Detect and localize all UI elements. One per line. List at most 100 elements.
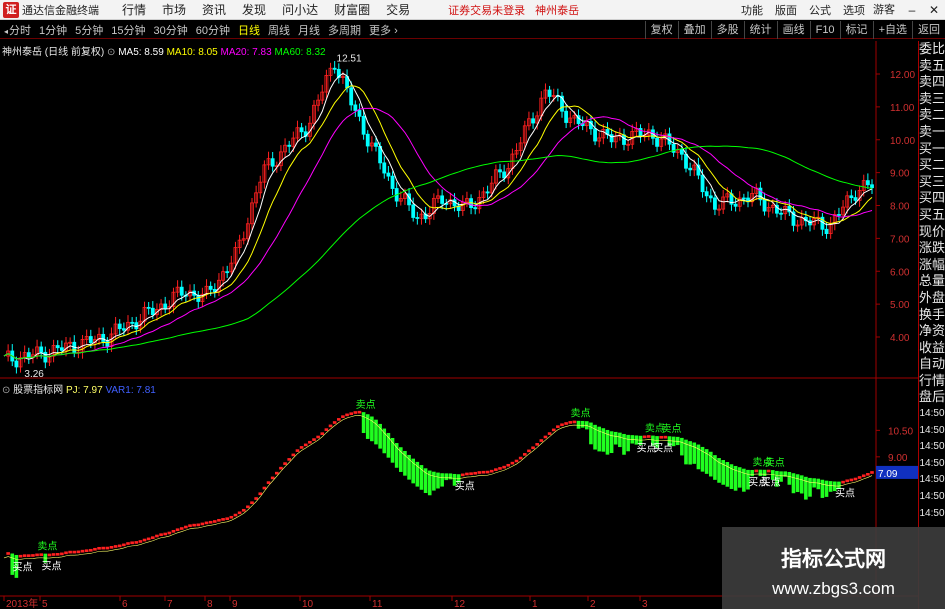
minimize-icon[interactable]: – [901, 0, 923, 20]
indicator-bar [580, 420, 585, 428]
period-1min[interactable]: 1分钟 [35, 22, 71, 38]
side-panel-item[interactable]: 14:50 [919, 506, 945, 523]
indicator-bar [535, 443, 539, 446]
indicator-bar [225, 517, 229, 521]
side-panel-item[interactable]: 买三 [919, 174, 945, 191]
indicator-bar [609, 431, 614, 454]
side-panel-item[interactable]: 盘后 [919, 389, 945, 406]
candle-body [26, 352, 31, 358]
menu-item-news[interactable]: 资讯 [194, 1, 234, 18]
overlay-button[interactable]: 叠加 [677, 21, 711, 39]
indicator-bar [680, 437, 684, 456]
indicator-bar [266, 481, 271, 484]
side-panel-item[interactable]: 委比 [919, 41, 945, 58]
add-watchlist-button[interactable]: +自选 [872, 21, 912, 39]
multi-stock-button[interactable]: 多股 [710, 21, 744, 39]
side-panel-item[interactable]: 卖一 [919, 124, 945, 141]
candle-body [679, 149, 684, 155]
ma5-line [3, 72, 873, 360]
watermark-url: www.zbgs3.com [772, 579, 895, 598]
guest-login-button[interactable]: 游客 [867, 0, 901, 20]
indicator-bar [502, 465, 506, 469]
menu-options[interactable]: 选项 [837, 2, 871, 18]
side-panel-item[interactable]: 14:50 [919, 423, 945, 440]
side-panel-item[interactable]: 卖二 [919, 107, 945, 124]
indicator-bar [353, 411, 358, 414]
indicator-bar [337, 418, 341, 421]
side-panel-item[interactable]: 14:50 [919, 439, 945, 456]
side-panel-item[interactable]: 净资 [919, 323, 945, 340]
indicator-bar [213, 520, 217, 523]
period-daily[interactable]: 日线 [234, 22, 264, 38]
back-button[interactable]: 返回 [912, 21, 945, 39]
draw-line-button[interactable]: 画线 [776, 21, 810, 39]
candle-body [14, 360, 19, 368]
side-panel-item[interactable]: 14:50 [919, 456, 945, 473]
indicator-bar [324, 428, 329, 431]
indicator-bar [27, 554, 31, 557]
menu-item-trade[interactable]: 交易 [378, 1, 418, 18]
indicator-bar [237, 511, 242, 515]
period-60min[interactable]: 60分钟 [192, 22, 234, 38]
price-tick-label: 7.00 [890, 234, 910, 245]
period-30min[interactable]: 30分钟 [150, 22, 192, 38]
menu-layout[interactable]: 版面 [769, 2, 803, 18]
price-tick-label: 5.00 [890, 300, 910, 311]
menu-function[interactable]: 功能 [735, 2, 769, 18]
candle-body [101, 333, 106, 342]
date-tick-label: 10 [302, 599, 314, 609]
side-panel-item[interactable]: 总量 [919, 273, 945, 290]
candle-body [849, 195, 854, 199]
period-5min[interactable]: 5分钟 [71, 22, 107, 38]
indicator-bar [866, 473, 870, 476]
menu-formula[interactable]: 公式 [803, 2, 837, 18]
close-icon[interactable]: ✕ [923, 0, 945, 20]
side-panel-item[interactable]: 外盘 [919, 290, 945, 307]
ind-tick-label: 9.00 [888, 453, 908, 464]
period-weekly[interactable]: 周线 [264, 22, 294, 38]
menu-item-quote[interactable]: 行情 [114, 1, 154, 18]
side-panel-item[interactable]: 14:50 [919, 406, 945, 423]
indicator-bar [18, 554, 23, 558]
side-panel-item[interactable]: 卖四 [919, 74, 945, 91]
side-panel-item[interactable]: 收益 [919, 340, 945, 357]
menu-item-wealth[interactable]: 财富圈 [326, 1, 378, 18]
indicator-bar [279, 466, 283, 470]
side-panel-item[interactable]: 卖三 [919, 91, 945, 108]
indicator-bar [465, 472, 469, 476]
side-panel-item[interactable]: 现价 [919, 224, 945, 241]
side-panel-item[interactable]: 自动 [919, 356, 945, 373]
side-panel-item[interactable]: 买二 [919, 157, 945, 174]
f10-button[interactable]: F10 [809, 21, 840, 39]
side-panel-item[interactable]: 买四 [919, 190, 945, 207]
period-tick[interactable]: ◂分时 [0, 22, 35, 38]
side-panel-item[interactable]: 14:50 [919, 489, 945, 506]
mark-button[interactable]: 标记 [839, 21, 873, 39]
period-monthly[interactable]: 月线 [294, 22, 324, 38]
side-panel-item[interactable]: 行情 [919, 373, 945, 390]
indicator-bar [461, 473, 465, 477]
menu-item-discover[interactable]: 发现 [234, 1, 274, 18]
candle-body [382, 162, 387, 174]
ind-tick-label: 10.50 [888, 426, 913, 437]
side-panel-item[interactable]: 涨幅 [919, 257, 945, 274]
indicator-bar [663, 435, 668, 439]
menu-item-market[interactable]: 市场 [154, 1, 194, 18]
side-panel-item[interactable]: 买一 [919, 141, 945, 158]
chart-canvas[interactable]: 12.513.26 买点卖点买点卖点买点卖点买点卖点买点卖点买点卖点买点卖点买点… [0, 41, 918, 609]
menu-item-ask[interactable]: 问小达 [274, 1, 326, 18]
side-panel-item[interactable]: 卖五 [919, 58, 945, 75]
period-15min[interactable]: 15分钟 [107, 22, 149, 38]
stats-button[interactable]: 统计 [743, 21, 777, 39]
period-more[interactable]: 更多 › [365, 22, 402, 38]
adjust-button[interactable]: 复权 [644, 21, 678, 39]
period-multi[interactable]: 多周期 [324, 22, 365, 38]
indicator-bar [93, 547, 97, 551]
indicator-bar [64, 551, 68, 555]
indicator-bar [737, 467, 742, 488]
side-panel-item[interactable]: 买五 [919, 207, 945, 224]
side-panel-item[interactable]: 14:50 [919, 472, 945, 489]
side-panel-item[interactable]: 涨跌 [919, 240, 945, 257]
side-panel-item[interactable]: 换手 [919, 307, 945, 324]
login-warning[interactable]: 证券交易未登录 [448, 2, 525, 18]
